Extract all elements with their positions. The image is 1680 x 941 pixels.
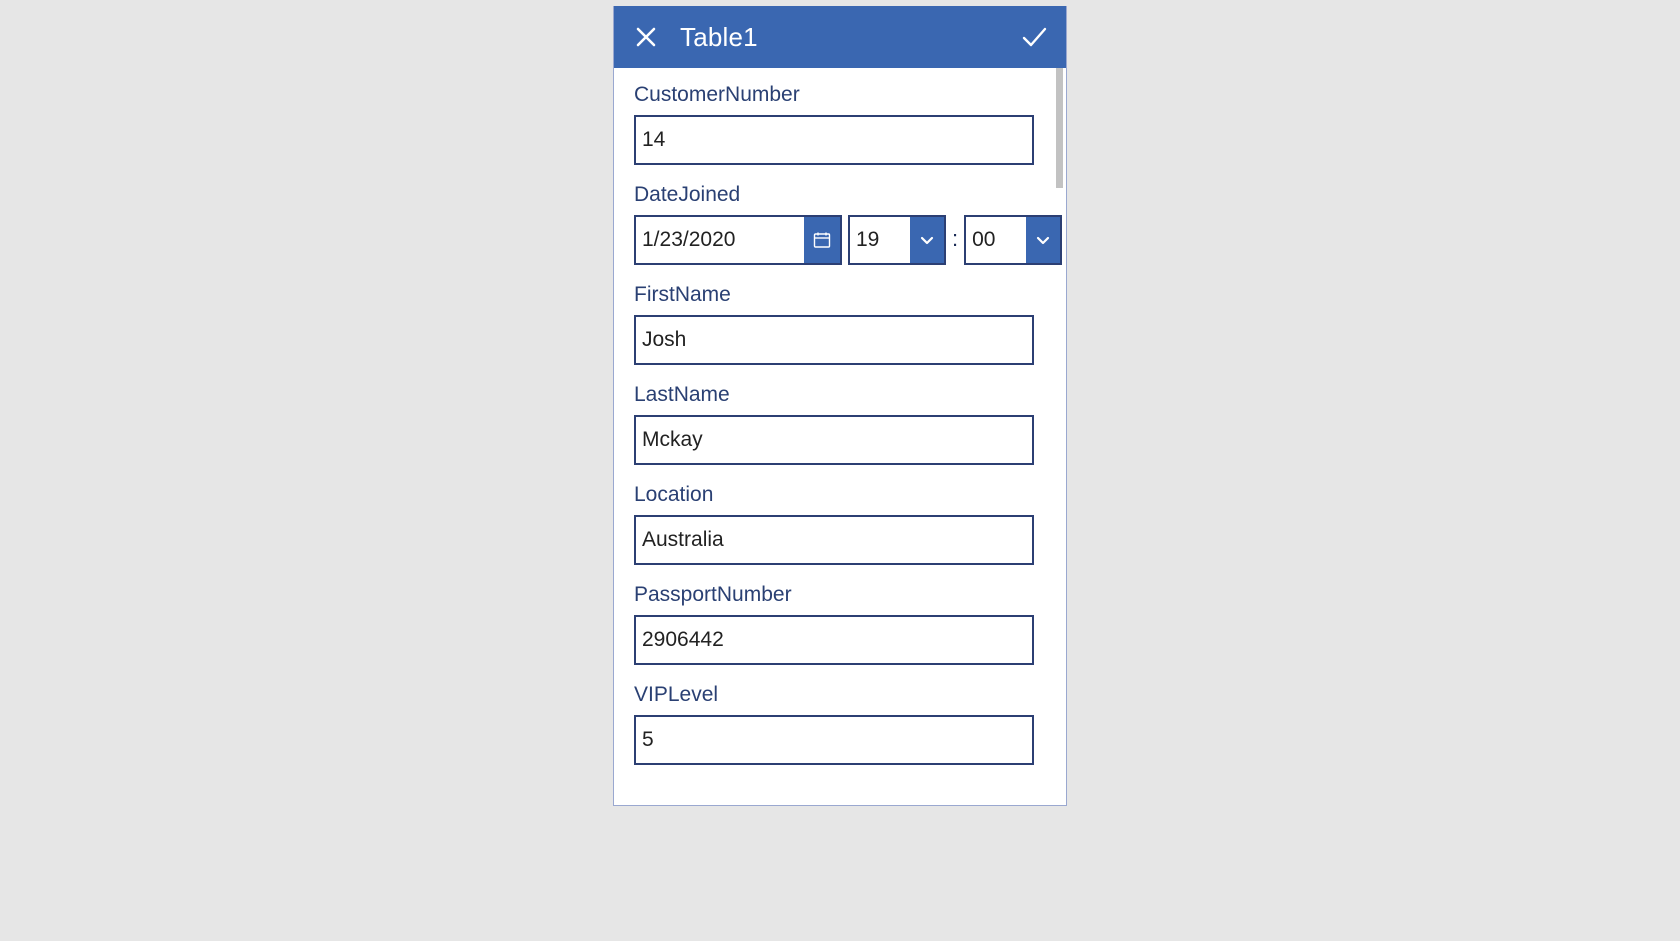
submit-button[interactable] <box>1016 19 1052 55</box>
location-input[interactable] <box>634 515 1034 565</box>
close-button[interactable] <box>628 19 664 55</box>
vip-level-label: VIPLevel <box>634 683 1034 707</box>
last-name-input[interactable] <box>634 415 1034 465</box>
scrollbar-thumb[interactable] <box>1056 68 1063 188</box>
time-colon: : <box>952 226 958 254</box>
last-name-label: LastName <box>634 383 1034 407</box>
scroll-area[interactable]: CustomerNumber DateJoined <box>614 68 1066 805</box>
customer-number-input[interactable] <box>634 115 1034 165</box>
location-label: Location <box>634 483 1034 507</box>
hour-value: 19 <box>850 217 910 263</box>
customer-number-label: CustomerNumber <box>634 83 1034 107</box>
header-bar: Table1 <box>614 6 1066 68</box>
date-joined-label: DateJoined <box>634 183 1034 207</box>
passport-number-input[interactable] <box>634 615 1034 665</box>
form: CustomerNumber DateJoined <box>614 68 1054 785</box>
first-name-input[interactable] <box>634 315 1034 365</box>
minute-dropdown-button[interactable] <box>1026 217 1060 263</box>
chevron-down-icon <box>1034 231 1052 249</box>
passport-number-label: PassportNumber <box>634 583 1034 607</box>
minute-value: 00 <box>966 217 1026 263</box>
minute-picker[interactable]: 00 <box>964 215 1062 265</box>
hour-dropdown-button[interactable] <box>910 217 944 263</box>
check-icon <box>1019 22 1049 52</box>
calendar-icon <box>813 231 831 249</box>
date-picker-button[interactable] <box>804 217 840 263</box>
chevron-down-icon <box>918 231 936 249</box>
form-screen: Table1 CustomerNumber DateJoined <box>613 6 1067 806</box>
first-name-label: FirstName <box>634 283 1034 307</box>
close-icon <box>634 25 658 49</box>
vip-level-input[interactable] <box>634 715 1034 765</box>
hour-picker[interactable]: 19 <box>848 215 946 265</box>
header-title: Table1 <box>680 22 1000 53</box>
